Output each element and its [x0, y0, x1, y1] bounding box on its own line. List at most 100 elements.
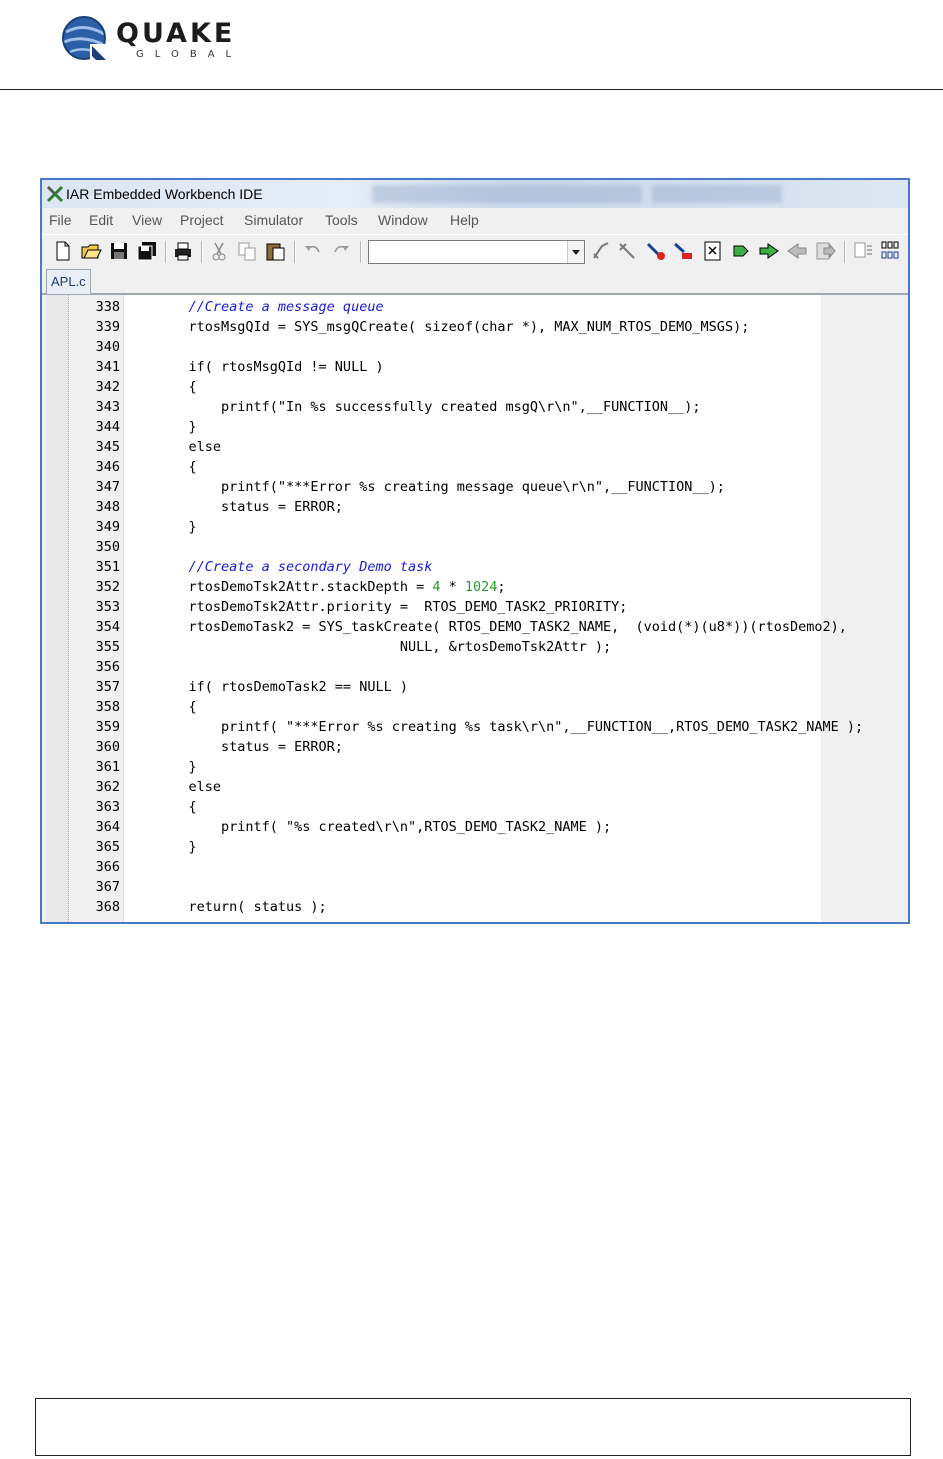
numeric-literal: 1024 — [464, 579, 498, 595]
line-number: 367 — [95, 879, 120, 895]
tab-apl-c[interactable]: APL.c — [46, 269, 91, 294]
line-number: 364 — [95, 819, 120, 835]
line-number: 354 — [95, 619, 120, 635]
paste-icon[interactable] — [264, 240, 286, 262]
quake-globe-icon — [62, 16, 108, 62]
download-debug-icon[interactable] — [758, 240, 780, 262]
menu-view[interactable]: View — [132, 212, 162, 228]
code-line: 366 — [46, 857, 821, 877]
line-number: 338 — [95, 299, 120, 315]
line-number: 341 — [95, 359, 120, 375]
print-icon[interactable] — [172, 240, 194, 262]
chevron-down-icon[interactable] — [567, 241, 584, 263]
cut-icon[interactable] — [208, 240, 230, 262]
make-icon[interactable] — [730, 240, 752, 262]
footer-box — [35, 1398, 911, 1456]
debug-without-download-icon[interactable] — [786, 240, 808, 262]
line-number: 361 — [95, 759, 120, 775]
line-number: 352 — [95, 579, 120, 595]
blurred-taskbar-item — [372, 185, 642, 203]
code-line: 344 } — [46, 417, 821, 437]
redo-icon[interactable] — [330, 240, 352, 262]
menu-simulator[interactable]: Simulator — [244, 212, 303, 228]
disassembly-icon[interactable] — [880, 240, 902, 262]
code-line: 347 printf("***Error %s creating message… — [46, 477, 821, 497]
code-line: 359 printf( "***Error %s creating %s tas… — [46, 717, 864, 737]
toggle-breakpoint-icon[interactable] — [644, 240, 666, 262]
code-text: else — [156, 439, 222, 455]
line-number: 353 — [95, 599, 120, 615]
logo-subtitle: GLOBAL — [136, 49, 243, 60]
line-number: 359 — [95, 719, 120, 735]
line-number: 340 — [95, 339, 120, 355]
menu-bar: File Edit View Project Simulator Tools W… — [42, 209, 908, 233]
menu-tools[interactable]: Tools — [325, 212, 358, 228]
open-folder-icon[interactable] — [80, 240, 102, 262]
blurred-taskbar-item — [652, 185, 782, 203]
code-line: 345 else — [46, 437, 821, 457]
code-text: rtosDemoTask2 = SYS_taskCreate( RTOS_DEM… — [156, 619, 847, 635]
line-number: 344 — [95, 419, 120, 435]
code-text: } — [156, 839, 197, 855]
code-text: { — [156, 379, 197, 395]
code-line: 349 } — [46, 517, 821, 537]
line-number: 358 — [95, 699, 120, 715]
line-number: 342 — [95, 379, 120, 395]
copy-icon[interactable] — [236, 240, 258, 262]
line-number: 347 — [95, 479, 120, 495]
navigate-icon[interactable] — [616, 240, 638, 262]
line-number: 339 — [95, 319, 120, 335]
code-fragment: ; — [497, 579, 506, 595]
code-text: rtosDemoTsk2Attr.stackDepth = 4 * 1024; — [156, 577, 506, 597]
toolbar-separator — [165, 241, 167, 263]
code-editor[interactable]: 338 //Create a message queue 339 rtosMsgQ… — [46, 295, 908, 922]
line-number: 356 — [95, 659, 120, 675]
header-divider — [0, 89, 943, 90]
code-text: printf( "%s created\r\n",RTOS_DEMO_TASK2… — [156, 819, 612, 835]
line-number: 346 — [95, 459, 120, 475]
goto-breakpoint-icon[interactable] — [672, 240, 694, 262]
find-combo[interactable] — [368, 240, 585, 264]
menu-window[interactable]: Window — [378, 212, 428, 228]
menu-help[interactable]: Help — [450, 212, 479, 228]
code-line: 341 if( rtosMsgQId != NULL ) — [46, 357, 821, 377]
code-text: printf( "***Error %s creating %s task\r\… — [156, 719, 864, 735]
menu-file[interactable]: File — [49, 212, 72, 228]
code-line: 350 — [46, 537, 821, 557]
line-number: 349 — [95, 519, 120, 535]
code-line: 360 status = ERROR; — [46, 737, 821, 757]
code-line: 358 { — [46, 697, 821, 717]
code-text: status = ERROR; — [156, 739, 343, 755]
code-line: 362 else — [46, 777, 821, 797]
code-line: 364 printf( "%s created\r\n",RTOS_DEMO_T… — [46, 817, 821, 837]
code-text: rtosMsgQId = SYS_msgQCreate( sizeof(char… — [156, 319, 750, 335]
code-line: 343 printf("In %s successfully created m… — [46, 397, 821, 417]
line-number: 363 — [95, 799, 120, 815]
toggle-bookmark-icon[interactable] — [590, 240, 612, 262]
code-text: status = ERROR; — [156, 499, 343, 515]
code-text: } — [156, 759, 197, 775]
menu-project[interactable]: Project — [180, 212, 224, 228]
undo-icon[interactable] — [302, 240, 324, 262]
line-number: 366 — [95, 859, 120, 875]
menu-edit[interactable]: Edit — [89, 212, 113, 228]
build-options-icon[interactable] — [852, 240, 874, 262]
code-line: 352 rtosDemoTsk2Attr.stackDepth = 4 * 10… — [46, 577, 821, 597]
code-line: 363 { — [46, 797, 821, 817]
stop-icon[interactable] — [814, 240, 836, 262]
code-line: 361 } — [46, 757, 821, 777]
iar-workbench-icon — [46, 185, 64, 203]
toolbar-separator — [844, 241, 846, 263]
line-number: 351 — [95, 559, 120, 575]
save-icon[interactable] — [108, 240, 130, 262]
code-line: 367 — [46, 877, 821, 897]
new-file-icon[interactable] — [52, 240, 74, 262]
code-line: 348 status = ERROR; — [46, 497, 821, 517]
code-fragment: * — [440, 579, 465, 595]
compile-icon[interactable] — [702, 240, 724, 262]
line-number: 355 — [95, 639, 120, 655]
line-number: 368 — [95, 899, 120, 915]
line-number: 357 — [95, 679, 120, 695]
line-number: 362 — [95, 779, 120, 795]
save-all-icon[interactable] — [136, 240, 158, 262]
